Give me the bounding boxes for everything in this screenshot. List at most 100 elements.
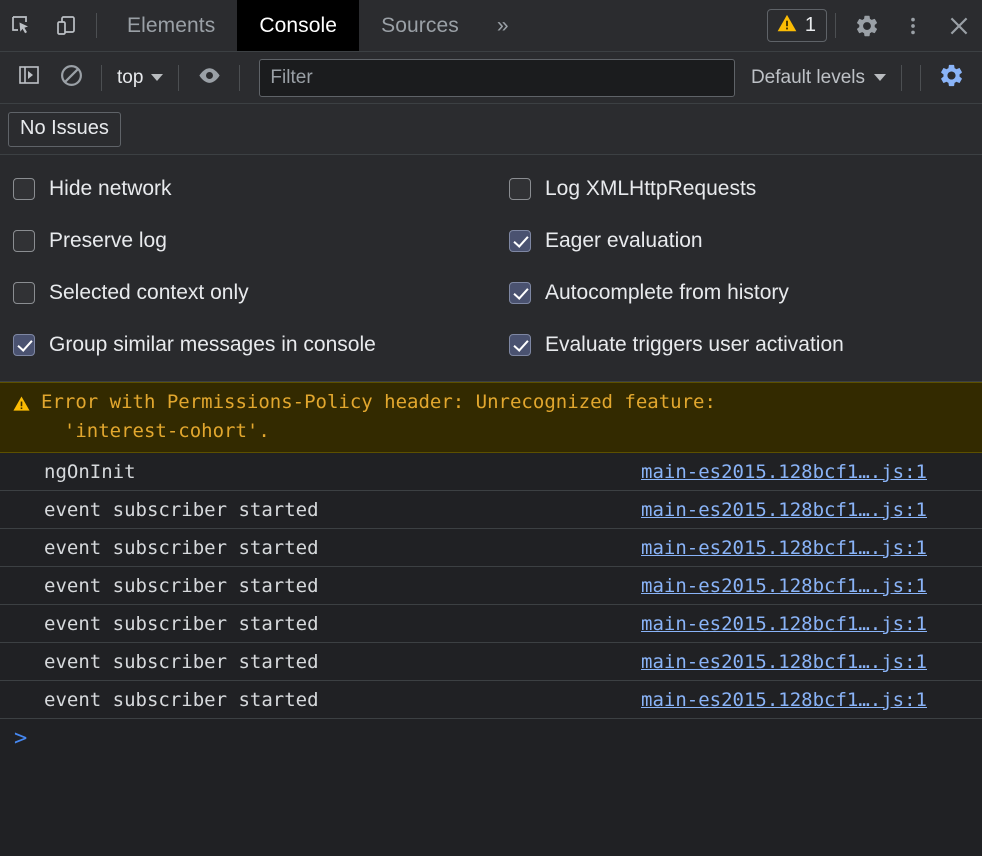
filter-input[interactable] (259, 58, 735, 97)
console-message-text: ngOnInit (44, 460, 136, 483)
checkbox-autocomplete-from-history[interactable] (509, 282, 531, 304)
warning-count-label: 1 (804, 14, 816, 36)
no-issues-button[interactable]: No Issues (8, 111, 121, 147)
chevron-down-icon (874, 74, 886, 81)
console-settings-gear-icon (938, 62, 965, 94)
devtools-settings-button[interactable] (844, 0, 890, 52)
console-message-source-link[interactable]: main-es2015.128bcf1….js:1 (641, 461, 927, 483)
console-message-source-link[interactable]: main-es2015.128bcf1….js:1 (641, 575, 927, 597)
checkbox-evaluate-triggers-user-activation[interactable] (509, 334, 531, 356)
console-message-row[interactable]: event subscriber started main-es2015.128… (0, 529, 982, 567)
devtools-tab-bar: Elements Console Sources » 1 (0, 0, 982, 52)
setting-preserve-log-label: Preserve log (49, 229, 167, 252)
setting-eager-evaluation[interactable]: Eager evaluation (497, 229, 982, 253)
console-message-text: event subscriber started (44, 574, 319, 597)
setting-selected-context-only[interactable]: Selected context only (0, 281, 497, 305)
setting-log-xhr[interactable]: Log XMLHttpRequests (497, 177, 982, 201)
tab-sources[interactable]: Sources (359, 0, 481, 51)
checkbox-hide-network[interactable] (13, 178, 35, 200)
log-levels-dropdown[interactable]: Default levels (745, 67, 892, 89)
filter-divider-3 (239, 64, 241, 91)
gear-icon (854, 13, 880, 39)
warning-count-badge[interactable]: 1 (766, 9, 827, 42)
setting-hide-network-label: Hide network (49, 177, 172, 200)
setting-autocomplete-from-history-label: Autocomplete from history (545, 281, 789, 304)
setting-evaluate-triggers-user-activation-label: Evaluate triggers user activation (545, 333, 844, 356)
warning-triangle-icon (12, 393, 31, 422)
console-sidebar-toggle-button[interactable] (8, 59, 50, 97)
checkbox-selected-context-only[interactable] (13, 282, 35, 304)
console-message-text: event subscriber started (44, 498, 319, 521)
clear-console-button[interactable] (50, 59, 92, 97)
close-devtools-button[interactable] (936, 0, 982, 52)
log-levels-label: Default levels (750, 66, 865, 88)
no-issues-label: No Issues (20, 116, 109, 139)
console-message-row[interactable]: event subscriber started main-es2015.128… (0, 643, 982, 681)
console-settings-panel: Hide network Log XMLHttpRequests Preserv… (0, 155, 982, 382)
tab-bar-spacer (525, 0, 767, 51)
setting-log-xhr-label: Log XMLHttpRequests (545, 177, 757, 200)
setting-evaluate-triggers-user-activation[interactable]: Evaluate triggers user activation (497, 333, 982, 357)
warning-triangle-icon (776, 12, 798, 39)
console-message-text: event subscriber started (44, 612, 319, 635)
setting-autocomplete-from-history[interactable]: Autocomplete from history (497, 281, 982, 305)
tab-elements-label: Elements (127, 13, 216, 37)
tab-sources-label: Sources (381, 13, 459, 37)
console-message-row[interactable]: event subscriber started main-es2015.128… (0, 491, 982, 529)
setting-eager-evaluation-label: Eager evaluation (545, 229, 703, 252)
tab-console[interactable]: Console (237, 0, 360, 51)
checkbox-log-xhr[interactable] (509, 178, 531, 200)
console-message-source-link[interactable]: main-es2015.128bcf1….js:1 (641, 613, 927, 635)
toolbar-divider (96, 13, 97, 38)
tab-elements[interactable]: Elements (105, 0, 237, 51)
more-tabs-chevron-icon: » (496, 13, 509, 37)
live-expression-button[interactable] (188, 59, 230, 97)
console-message-source-link[interactable]: main-es2015.128bcf1….js:1 (641, 651, 927, 673)
console-message-source-link[interactable]: main-es2015.128bcf1….js:1 (641, 537, 927, 559)
inspect-element-button[interactable] (0, 0, 44, 51)
prompt-caret-icon: > (14, 726, 28, 751)
tab-console-label: Console (259, 13, 338, 37)
setting-preserve-log[interactable]: Preserve log (0, 229, 497, 253)
more-options-button[interactable] (890, 0, 936, 52)
setting-selected-context-only-label: Selected context only (49, 281, 249, 304)
filter-divider-4 (901, 64, 902, 91)
filter-divider-5 (920, 64, 921, 91)
checkbox-eager-evaluation[interactable] (509, 230, 531, 252)
setting-hide-network[interactable]: Hide network (0, 177, 497, 201)
console-warning-text: Error with Permissions-Policy header: Un… (41, 391, 716, 442)
console-message-source-link[interactable]: main-es2015.128bcf1….js:1 (641, 499, 927, 521)
more-vertical-icon (902, 15, 924, 37)
device-toolbar-button[interactable] (44, 0, 88, 51)
console-empty-area[interactable] (0, 759, 982, 856)
console-warning-message[interactable]: Error with Permissions-Policy header: Un… (0, 382, 982, 453)
console-prompt[interactable]: > (0, 719, 982, 759)
console-message-list: Error with Permissions-Policy header: Un… (0, 382, 982, 856)
console-message-source-link[interactable]: main-es2015.128bcf1….js:1 (641, 689, 927, 711)
console-message-row[interactable]: ngOnInit main-es2015.128bcf1….js:1 (0, 453, 982, 491)
checkbox-group-similar-messages[interactable] (13, 334, 35, 356)
issues-bar: No Issues (0, 104, 982, 155)
console-message-row[interactable]: event subscriber started main-es2015.128… (0, 567, 982, 605)
execution-context-value: top (117, 66, 144, 88)
console-filter-toolbar: top Default levels (0, 52, 982, 104)
more-tabs-button[interactable]: » (481, 0, 525, 51)
tab-bar-actions (844, 0, 982, 51)
filter-divider-2 (178, 64, 180, 91)
eye-icon (196, 62, 223, 94)
clear-console-icon (59, 63, 84, 93)
setting-group-similar-messages[interactable]: Group similar messages in console (0, 333, 497, 357)
close-icon (946, 13, 972, 39)
console-message-row[interactable]: event subscriber started main-es2015.128… (0, 605, 982, 643)
execution-context-selector[interactable]: top (111, 67, 169, 89)
setting-group-similar-messages-label: Group similar messages in console (49, 333, 376, 356)
console-message-text: event subscriber started (44, 650, 319, 673)
console-settings-button[interactable] (930, 59, 972, 97)
console-message-text: event subscriber started (44, 688, 319, 711)
chevron-down-icon (151, 74, 164, 81)
tab-bar-divider-right (835, 13, 836, 38)
console-sidebar-toggle-icon (17, 63, 41, 92)
console-message-row[interactable]: event subscriber started main-es2015.128… (0, 681, 982, 719)
checkbox-preserve-log[interactable] (13, 230, 35, 252)
inspect-element-icon (10, 14, 34, 38)
